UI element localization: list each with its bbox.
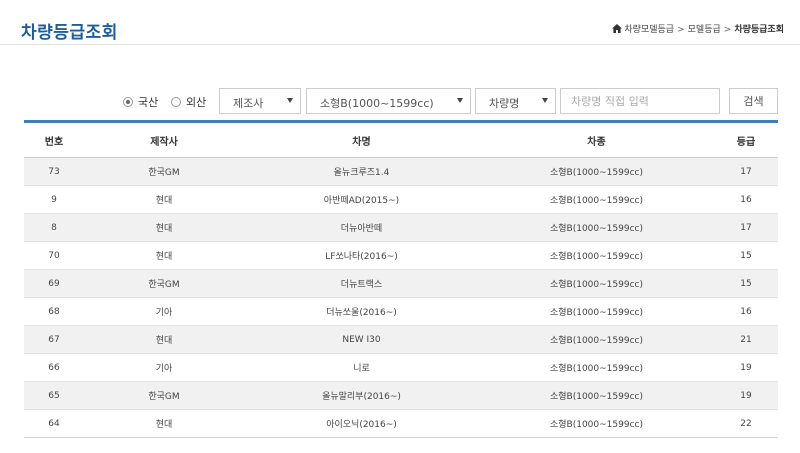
page-title: 차량등급조회 <box>21 23 118 43</box>
table-row[interactable]: 73 한국GM 올뉴크루즈1.4 소형B(1000~1599cc) 17 <box>24 157 778 186</box>
cell-grade: 15 <box>714 269 778 298</box>
cell-manufacturer: 한국GM <box>84 157 244 186</box>
column-header-vehicle-name: 차명 <box>244 121 479 158</box>
vehicle-size-select-value: 소형B(1000~1599cc) <box>320 97 434 110</box>
cell-vehicle-type: 소형B(1000~1599cc) <box>479 325 714 354</box>
cell-vehicle-type: 소형B(1000~1599cc) <box>479 185 714 214</box>
cell-number: 73 <box>24 157 84 186</box>
cell-vehicle-name: 올뉴크루즈1.4 <box>244 157 479 186</box>
column-header-number: 번호 <box>24 121 84 158</box>
table-header-row: 번호 제작사 차명 차종 등급 <box>24 121 778 158</box>
vehicle-size-select[interactable]: 소형B(1000~1599cc) <box>306 88 471 114</box>
table-row[interactable]: 66 기아 니로 소형B(1000~1599cc) 19 <box>24 353 778 382</box>
cell-vehicle-type: 소형B(1000~1599cc) <box>479 269 714 298</box>
cell-vehicle-type: 소형B(1000~1599cc) <box>479 353 714 382</box>
cell-vehicle-name: NEW I30 <box>244 325 479 354</box>
cell-grade: 19 <box>714 353 778 382</box>
column-header-vehicle-type: 차종 <box>479 121 714 158</box>
cell-manufacturer: 현대 <box>84 409 244 438</box>
cell-manufacturer: 현대 <box>84 241 244 270</box>
cell-vehicle-type: 소형B(1000~1599cc) <box>479 241 714 270</box>
cell-grade: 16 <box>714 185 778 214</box>
cell-vehicle-type: 소형B(1000~1599cc) <box>479 157 714 186</box>
cell-grade: 15 <box>714 241 778 270</box>
cell-grade: 21 <box>714 325 778 354</box>
table-row[interactable]: 69 한국GM 더뉴트랙스 소형B(1000~1599cc) 15 <box>24 269 778 298</box>
radio-domestic-label: 국산 <box>138 96 159 109</box>
radio-checked-icon <box>123 97 133 107</box>
cell-number: 67 <box>24 325 84 354</box>
cell-vehicle-type: 소형B(1000~1599cc) <box>479 297 714 326</box>
cell-grade: 17 <box>714 157 778 186</box>
cell-vehicle-name: 아반떼AD(2015~) <box>244 185 479 214</box>
cell-number: 65 <box>24 381 84 410</box>
table-row[interactable]: 9 현대 아반떼AD(2015~) 소형B(1000~1599cc) 16 <box>24 185 778 214</box>
cell-number: 70 <box>24 241 84 270</box>
vehicle-name-select-value: 차량명 <box>489 97 520 110</box>
page-header: 차량등급조회 차량모델등급 > 모델등급 > 차량등급조회 <box>0 0 800 45</box>
cell-number: 8 <box>24 213 84 242</box>
cell-vehicle-name: 더뉴쏘울(2016~) <box>244 297 479 326</box>
cell-vehicle-type: 소형B(1000~1599cc) <box>479 381 714 410</box>
cell-manufacturer: 현대 <box>84 325 244 354</box>
table-row[interactable]: 8 현대 더뉴아반떼 소형B(1000~1599cc) 17 <box>24 213 778 242</box>
cell-grade: 16 <box>714 297 778 326</box>
cell-manufacturer: 한국GM <box>84 269 244 298</box>
chevron-down-icon <box>287 98 293 103</box>
table-row[interactable]: 70 현대 LF쏘나타(2016~) 소형B(1000~1599cc) 15 <box>24 241 778 270</box>
breadcrumb-item-model-grade[interactable]: 모델등급 <box>688 25 721 35</box>
cell-vehicle-name: 올뉴말리부(2016~) <box>244 381 479 410</box>
radio-foreign[interactable]: 외산 <box>171 94 206 110</box>
home-icon[interactable] <box>612 24 623 33</box>
search-bar: 국산 외산 제조사 소형B(1000~1599cc) 차량명 검색 <box>0 88 800 114</box>
table-row[interactable]: 67 현대 NEW I30 소형B(1000~1599cc) 21 <box>24 325 778 354</box>
cell-number: 66 <box>24 353 84 382</box>
vehicle-name-input[interactable] <box>560 88 720 114</box>
cell-grade: 22 <box>714 409 778 438</box>
vehicle-grade-table: 번호 제작사 차명 차종 등급 73 한국GM 올뉴크루즈1.4 소형B(100… <box>24 120 778 438</box>
breadcrumb: 차량모델등급 > 모델등급 > 차량등급조회 <box>612 22 784 35</box>
table-row[interactable]: 64 현대 아이오닉(2016~) 소형B(1000~1599cc) 22 <box>24 409 778 438</box>
table-row[interactable]: 68 기아 더뉴쏘울(2016~) 소형B(1000~1599cc) 16 <box>24 297 778 326</box>
cell-manufacturer: 현대 <box>84 213 244 242</box>
cell-vehicle-name: 더뉴아반떼 <box>244 213 479 242</box>
manufacturer-select-value: 제조사 <box>233 97 264 110</box>
chevron-down-icon <box>457 98 463 103</box>
radio-foreign-label: 외산 <box>186 96 207 109</box>
cell-number: 64 <box>24 409 84 438</box>
radio-domestic[interactable]: 국산 <box>123 94 158 110</box>
cell-vehicle-name: 아이오닉(2016~) <box>244 409 479 438</box>
radio-unchecked-icon <box>171 97 181 107</box>
breadcrumb-item-vehicle-model-grade[interactable]: 차량모델등급 <box>624 25 674 35</box>
cell-vehicle-type: 소형B(1000~1599cc) <box>479 213 714 242</box>
cell-vehicle-name: 니로 <box>244 353 479 382</box>
search-button[interactable]: 검색 <box>729 88 778 114</box>
cell-vehicle-name: 더뉴트랙스 <box>244 269 479 298</box>
vehicle-name-select[interactable]: 차량명 <box>475 88 556 114</box>
cell-manufacturer: 기아 <box>84 353 244 382</box>
cell-manufacturer: 기아 <box>84 297 244 326</box>
cell-manufacturer: 한국GM <box>84 381 244 410</box>
column-header-grade: 등급 <box>714 121 778 158</box>
cell-number: 69 <box>24 269 84 298</box>
manufacturer-select[interactable]: 제조사 <box>219 88 301 114</box>
breadcrumb-separator: > <box>723 25 732 35</box>
column-header-manufacturer: 제작사 <box>84 121 244 158</box>
cell-grade: 17 <box>714 213 778 242</box>
breadcrumb-current: 차량등급조회 <box>734 25 784 35</box>
cell-number: 9 <box>24 185 84 214</box>
chevron-down-icon <box>542 98 548 103</box>
cell-manufacturer: 현대 <box>84 185 244 214</box>
cell-vehicle-name: LF쏘나타(2016~) <box>244 241 479 270</box>
table-row[interactable]: 65 한국GM 올뉴말리부(2016~) 소형B(1000~1599cc) 19 <box>24 381 778 410</box>
cell-grade: 19 <box>714 381 778 410</box>
breadcrumb-separator: > <box>677 25 685 35</box>
cell-number: 68 <box>24 297 84 326</box>
cell-vehicle-type: 소형B(1000~1599cc) <box>479 409 714 438</box>
